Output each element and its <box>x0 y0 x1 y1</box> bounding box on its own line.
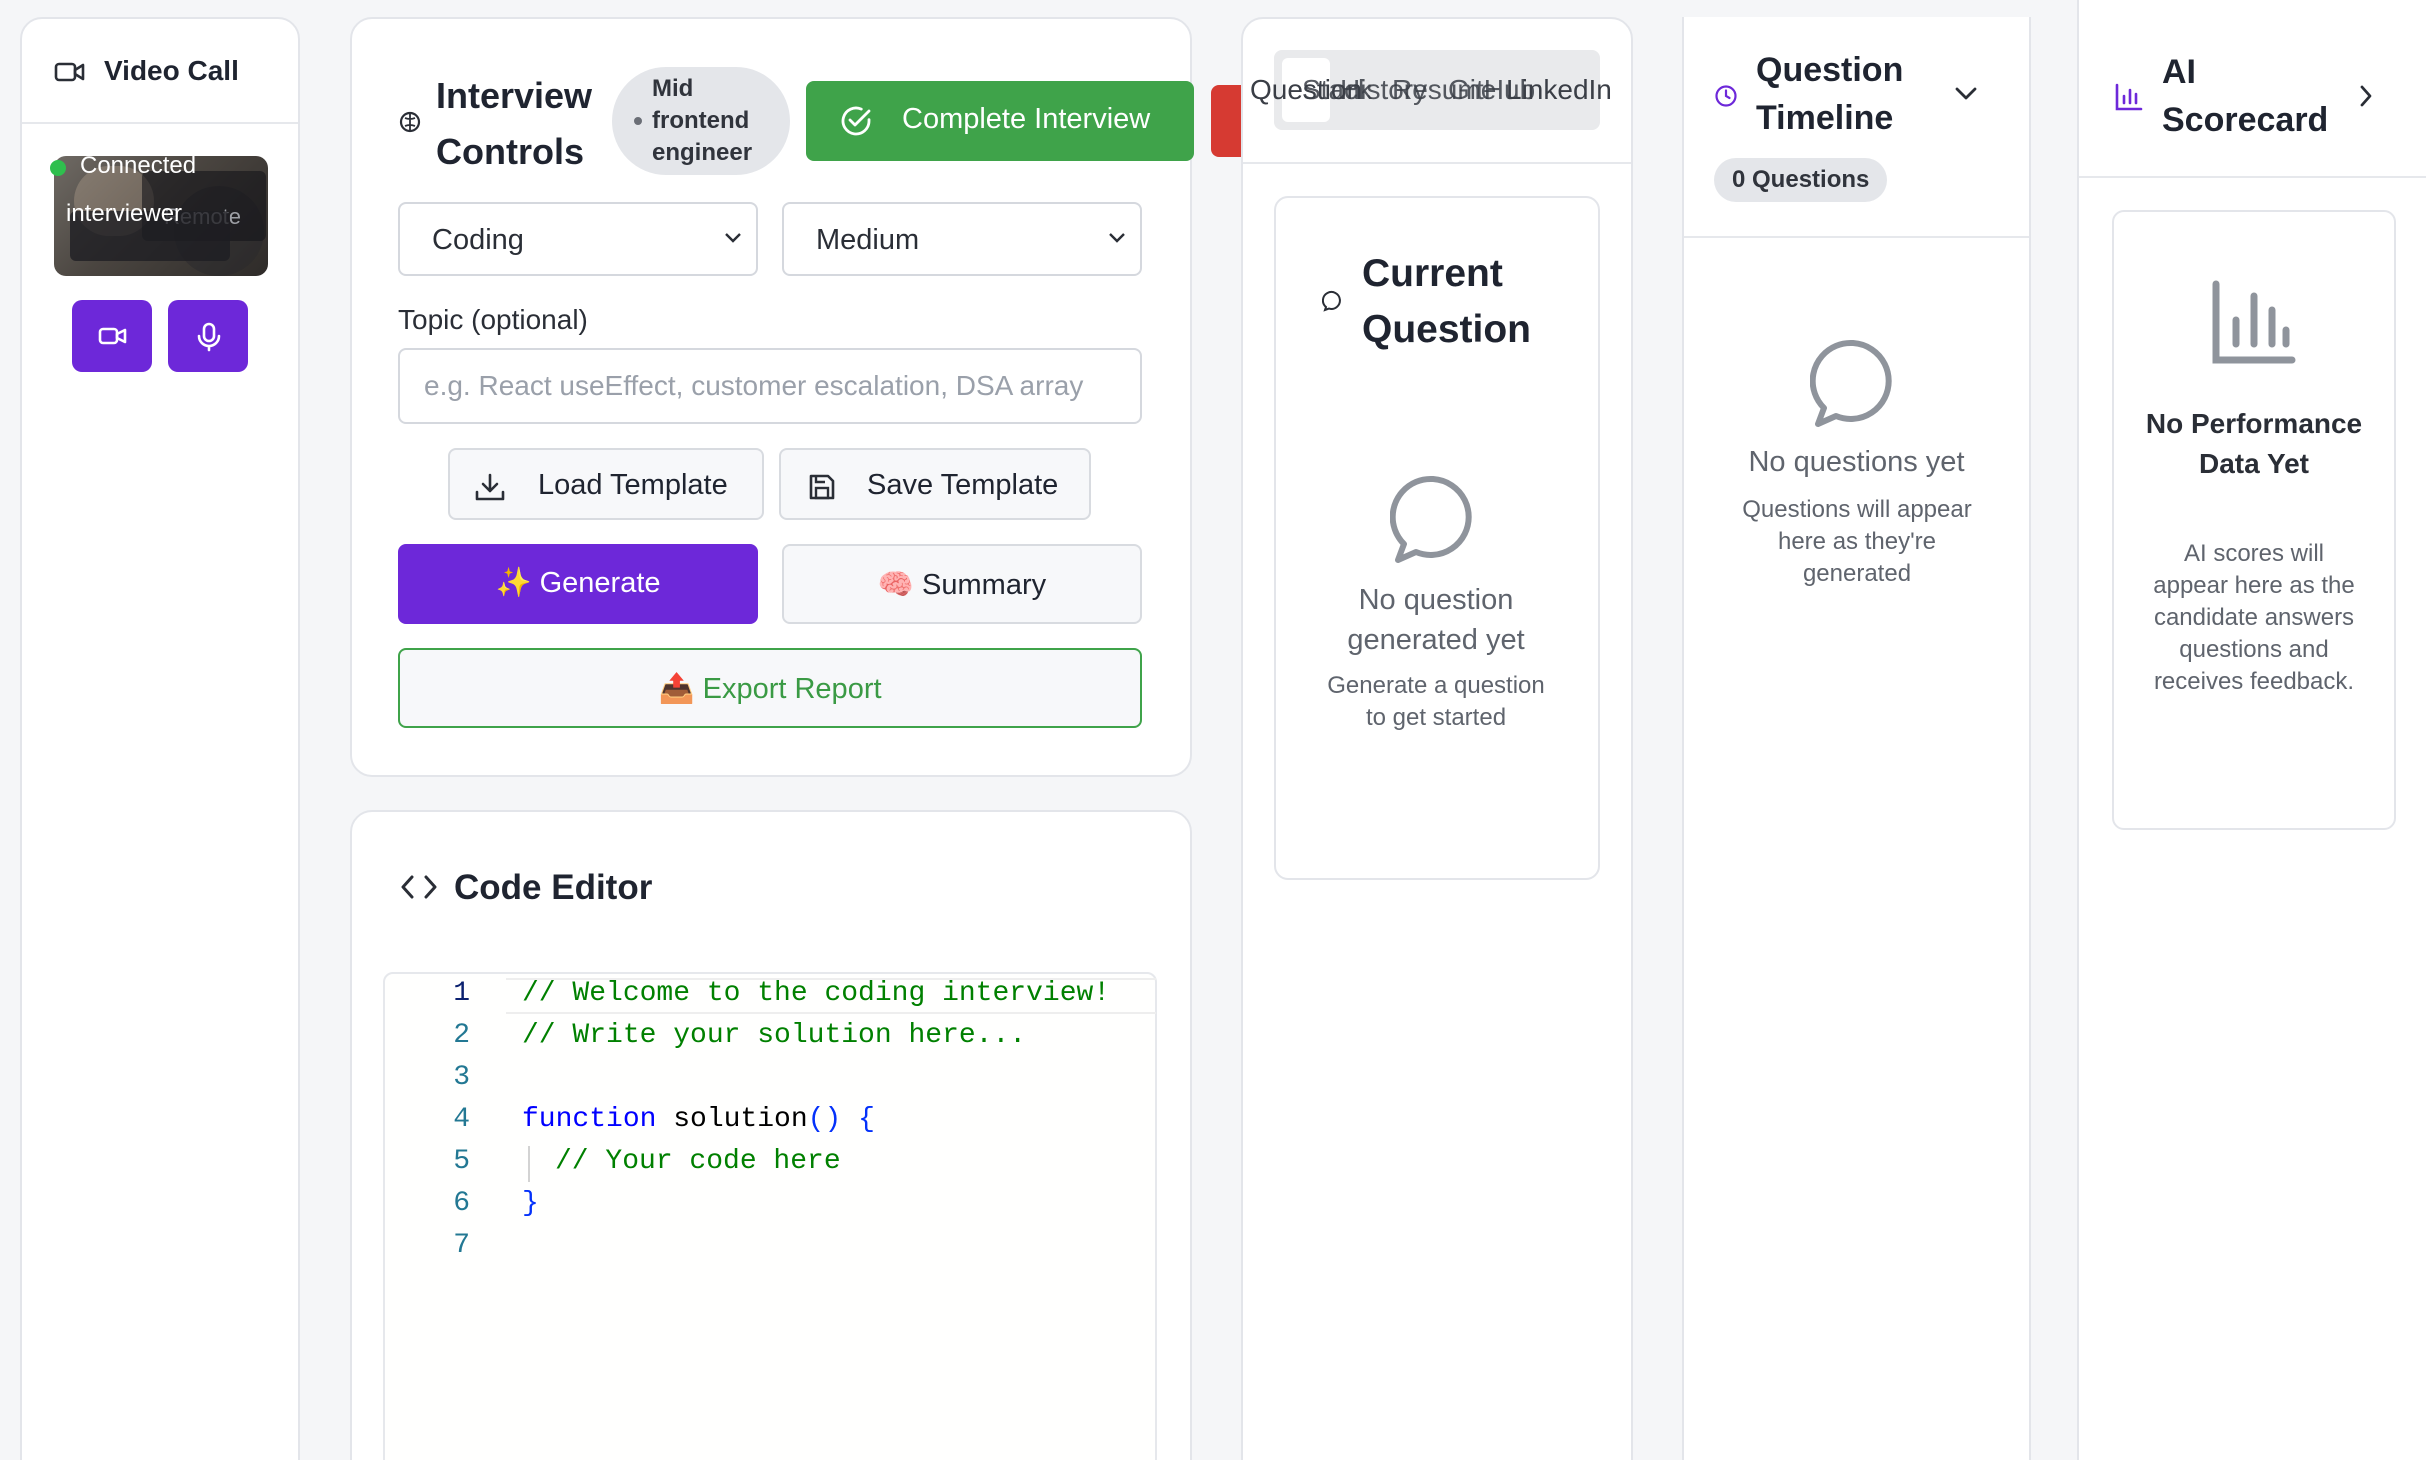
video-call-panel: Video Call Remote <box>20 17 300 1460</box>
divider <box>2079 176 2426 178</box>
code-line: // Your code here <box>555 1146 841 1177</box>
video-camera-icon <box>54 60 86 84</box>
line-number: 6 <box>453 1188 470 1219</box>
empty-question-title: No question generated yet <box>1347 584 1525 656</box>
line-number: 2 <box>453 1020 470 1051</box>
download-icon <box>475 473 505 501</box>
tab-linkedin[interactable]: LinkedIn <box>1506 74 1612 106</box>
bar-chart-icon <box>2114 82 2144 112</box>
divider <box>1243 162 1631 164</box>
toggle-camera-button[interactable] <box>72 300 152 372</box>
level-dot-icon <box>634 117 642 125</box>
empty-timeline-title: No questions yet <box>1748 446 1965 478</box>
current-question-title: Current Question <box>1362 252 1532 351</box>
line-number: 4 <box>453 1104 470 1135</box>
code-line: function solution() { <box>522 1104 875 1135</box>
brain-icon <box>398 110 422 134</box>
difficulty-select[interactable]: Medium <box>782 202 1142 276</box>
question-timeline-panel <box>1682 17 2031 1460</box>
divider <box>1684 236 2029 238</box>
save-icon <box>809 474 835 500</box>
empty-scorecard-title: No Performance Data Yet <box>2145 408 2363 479</box>
chevron-down-icon <box>1109 233 1125 243</box>
empty-timeline-subtitle: Questions will appear here as they're ge… <box>1742 496 1972 587</box>
topic-label: Topic (optional) <box>398 304 588 335</box>
line-number: 1 <box>453 978 470 1009</box>
connection-status-dot <box>50 160 66 176</box>
indent-guide <box>528 1146 530 1182</box>
question-timeline-title: Question Timeline <box>1756 51 1904 137</box>
code-line: // Write your solution here... <box>522 1020 1027 1051</box>
question-count-badge: 0 Questions <box>1714 158 1888 202</box>
line-number: 7 <box>453 1230 470 1261</box>
toggle-microphone-button[interactable] <box>168 300 248 372</box>
participant-name: interviewer <box>66 200 183 227</box>
interview-controls-title: Interview Controls <box>436 75 593 172</box>
complete-interview-button[interactable]: Complete Interview <box>806 81 1194 161</box>
chevron-down-icon <box>725 233 741 243</box>
code-icon <box>400 874 438 900</box>
export-report-button[interactable]: 📤 Export Report <box>398 648 1142 728</box>
connection-status-text: Connected <box>80 152 197 179</box>
check-circle-icon <box>841 106 871 136</box>
chevron-right-icon[interactable] <box>2358 84 2374 108</box>
empty-scorecard-subtitle: AI scores will appear here as the candid… <box>2153 540 2355 695</box>
summary-button[interactable]: 🧠 Summary <box>782 544 1142 624</box>
line-number: 5 <box>453 1146 470 1177</box>
clock-icon <box>1714 84 1738 108</box>
code-line: // Welcome to the coding interview! <box>522 978 1111 1009</box>
generate-question-button[interactable]: ✨ Generate <box>398 544 758 624</box>
camera-icon <box>98 327 127 345</box>
message-circle-icon <box>1390 474 1482 566</box>
candidate-level-badge: Mid frontend engineer <box>612 67 790 175</box>
video-call-title: Video Call <box>104 55 239 86</box>
bar-chart-icon <box>2210 280 2296 366</box>
microphone-icon <box>197 322 221 352</box>
save-template-button[interactable]: Save Template <box>779 448 1091 520</box>
code-editor-title: Code Editor <box>454 868 653 907</box>
ai-scorecard-title: AI Scorecard <box>2162 53 2329 139</box>
message-icon <box>1322 290 1344 312</box>
chevron-down-icon[interactable] <box>1954 86 1978 102</box>
line-number: 3 <box>453 1062 470 1093</box>
message-circle-icon <box>1810 338 1902 430</box>
empty-question-subtitle: Generate a question to get started <box>1327 672 1545 731</box>
question-type-select[interactable]: Coding <box>398 202 758 276</box>
topic-input[interactable] <box>398 348 1142 424</box>
code-line: } <box>522 1188 539 1219</box>
load-template-button[interactable]: Load Template <box>448 448 764 520</box>
end-interview-button[interactable] <box>1211 85 1241 157</box>
